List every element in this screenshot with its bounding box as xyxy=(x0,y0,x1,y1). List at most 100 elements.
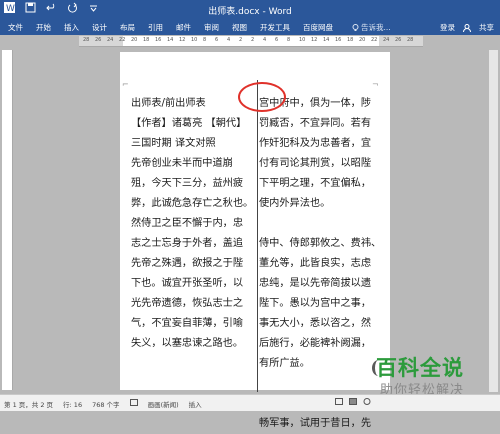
ruler-number: 14 xyxy=(323,37,330,43)
ruler-number: 16 xyxy=(155,37,162,43)
ruler-number: 22 xyxy=(119,37,126,43)
title-bar: W 出师表.docx - Word xyxy=(0,0,500,19)
text-line[interactable]: 先帝创业未半而中道崩 xyxy=(131,154,253,174)
ruler-number: 28 xyxy=(83,37,90,43)
ruler-number: 18 xyxy=(143,37,150,43)
ruler-number: 4 xyxy=(263,37,267,43)
line-number[interactable]: 行: 16 xyxy=(63,399,82,409)
text-line[interactable]: 然侍卫之臣不懈于内，忠 xyxy=(131,214,253,234)
login-link[interactable]: 登录 xyxy=(440,22,455,33)
tell-me-box[interactable]: 告诉我... xyxy=(352,22,391,33)
margin-corner-mark: ¬ xyxy=(372,80,379,89)
macro-icon[interactable] xyxy=(129,399,138,406)
text-line[interactable]: 使内外异法也。 xyxy=(259,194,381,214)
input-mode[interactable]: 画画(新闻) xyxy=(148,399,179,409)
ruler-number: 12 xyxy=(311,37,318,43)
ruler-number: 28 xyxy=(407,37,414,43)
page-count[interactable]: 第 1 页，共 2 页 xyxy=(4,399,53,409)
word-count[interactable]: 768 个字 xyxy=(92,399,119,409)
ruler-number: 20 xyxy=(131,37,138,43)
share-button[interactable]: 共享 xyxy=(479,22,494,33)
ruler-number: 14 xyxy=(167,37,174,43)
ruler-number: 10 xyxy=(191,37,198,43)
text-line[interactable]: 董允等，此皆良实，志虑 xyxy=(259,254,381,274)
ruler-number: 26 xyxy=(395,37,402,43)
text-line[interactable]: 畅军事，试用于昔日，先 xyxy=(259,414,381,434)
tab-10[interactable]: 百度网盘 xyxy=(303,22,333,33)
tell-me-text: 告诉我... xyxy=(361,23,391,32)
ruler-number: 10 xyxy=(299,37,306,43)
tab-7[interactable]: 审阅 xyxy=(204,22,219,33)
ruler-number: 2 xyxy=(239,37,243,43)
watermark-logo: 百科全说 助你轻松解决 xyxy=(372,352,498,398)
margin-corner-mark: ⌐ xyxy=(122,80,129,89)
text-line[interactable]: 陛下。愚以为宫中之事， xyxy=(259,294,381,314)
text-line[interactable]: 忠纯，是以先帝简拔以遗 xyxy=(259,274,381,294)
text-line[interactable]: 罚臧否，不宜异同。若有 xyxy=(259,114,381,134)
read-mode-icon[interactable] xyxy=(335,398,343,405)
ruler-number: 12 xyxy=(179,37,186,43)
tab-0[interactable]: 文件 xyxy=(8,22,23,33)
text-line[interactable]: 付有司论其刑赏，以昭陛 xyxy=(259,154,381,174)
text-line[interactable]: 【作者】诸葛亮 【朝代】 xyxy=(131,114,253,134)
ruler-number: 8 xyxy=(287,37,291,43)
status-bar: 第 1 页，共 2 页 行: 16 768 个字 画画(新闻) 插入 xyxy=(0,394,500,411)
text-line[interactable]: 后施行，必能裨补阙漏， xyxy=(259,334,381,354)
text-line[interactable]: 志之士忘身于外者，盖追 xyxy=(131,234,253,254)
text-line[interactable]: 三国时期 译文对照 xyxy=(131,134,253,154)
account-area: 登录 共享 xyxy=(440,22,494,33)
tab-6[interactable]: 邮件 xyxy=(176,22,191,33)
vertical-ruler[interactable] xyxy=(2,50,13,390)
ruler-number: 4 xyxy=(227,37,231,43)
column-divider xyxy=(257,80,258,392)
ruler-number: 24 xyxy=(107,37,114,43)
text-line[interactable]: 事无大小，悉以咨之，然 xyxy=(259,314,381,334)
ruler-number: 24 xyxy=(383,37,390,43)
text-line[interactable]: 有所广益。 xyxy=(259,354,381,374)
tab-9[interactable]: 开发工具 xyxy=(260,22,290,33)
text-line[interactable]: 先帝之殊遇，欲报之于陛 xyxy=(131,254,253,274)
ribbon-tabs: 文件 开始 插入 设计 布局 引用 邮件 审阅 视图 开发工具 百度网盘 告诉我... 登录 共享 xyxy=(0,19,500,35)
ruler-number: 6 xyxy=(215,37,219,43)
ruler-number: 26 xyxy=(95,37,102,43)
vertical-scrollbar[interactable] xyxy=(489,50,498,392)
window-title: 出师表.docx - Word xyxy=(208,7,292,17)
tab-list: 文件 开始 插入 设计 布局 引用 邮件 审阅 视图 开发工具 百度网盘 xyxy=(8,22,346,33)
print-layout-icon[interactable] xyxy=(349,398,357,405)
text-line[interactable]: 下也。诚宜开张圣听，以 xyxy=(131,274,253,294)
lightbulb-icon xyxy=(352,23,359,31)
text-line[interactable]: 失义，以塞忠谏之路也。 xyxy=(131,334,253,354)
text-line[interactable]: 下平明之理，不宜偏私， xyxy=(259,174,381,194)
annotation-circle xyxy=(238,82,286,112)
tab-8[interactable]: 视图 xyxy=(232,22,247,33)
text-line[interactable]: 侍中、侍郎郭攸之、费祎、 xyxy=(259,234,381,254)
ruler-number: 20 xyxy=(359,37,366,43)
ruler-number: 8 xyxy=(203,37,207,43)
text-line[interactable] xyxy=(259,374,381,394)
ruler-number: 18 xyxy=(347,37,354,43)
text-line[interactable]: 出师表/前出师表 xyxy=(131,94,253,114)
share-icon xyxy=(463,23,471,32)
text-line[interactable]: 作奸犯科及为忠善者，宜 xyxy=(259,134,381,154)
tab-1[interactable]: 开始 xyxy=(36,22,51,33)
text-line[interactable]: 气，不宜妄自菲薄，引喻 xyxy=(131,314,253,334)
text-line[interactable]: 殂，今天下三分，益州疲 xyxy=(131,174,253,194)
tab-4[interactable]: 布局 xyxy=(120,22,135,33)
text-column-right[interactable]: 宫中府中，俱为一体，陟 罚臧否，不宜异同。若有 作奸犯科及为忠善者，宜 付有司论其刑赏… xyxy=(259,94,381,434)
ruler-number: 2 xyxy=(251,37,255,43)
tab-3[interactable]: 设计 xyxy=(92,22,107,33)
watermark-title: 百科全说 xyxy=(376,356,464,380)
web-layout-icon[interactable] xyxy=(363,398,371,405)
text-column-left[interactable]: 出师表/前出师表 【作者】诸葛亮 【朝代】 三国时期 译文对照 先帝创业未半而中道崩殂… xyxy=(131,94,253,354)
tab-2[interactable]: 插入 xyxy=(64,22,79,33)
horizontal-ruler[interactable]: 28 26 24 22 20 18 16 14 12 10 8 6 4 2 2 4 6 8 10 12 14 16 18 20… xyxy=(79,36,423,47)
insert-mode[interactable]: 插入 xyxy=(189,399,202,409)
text-line[interactable]: 光先帝遗德，恢弘志士之 xyxy=(131,294,253,314)
zoom-controls xyxy=(335,398,371,405)
tab-5[interactable]: 引用 xyxy=(148,22,163,33)
ruler-number: 6 xyxy=(275,37,279,43)
ruler-number: 16 xyxy=(335,37,342,43)
ruler-number: 22 xyxy=(371,37,378,43)
text-line[interactable]: 弊，此诚危急存亡之秋也。 xyxy=(131,194,253,214)
text-line[interactable] xyxy=(259,214,381,234)
